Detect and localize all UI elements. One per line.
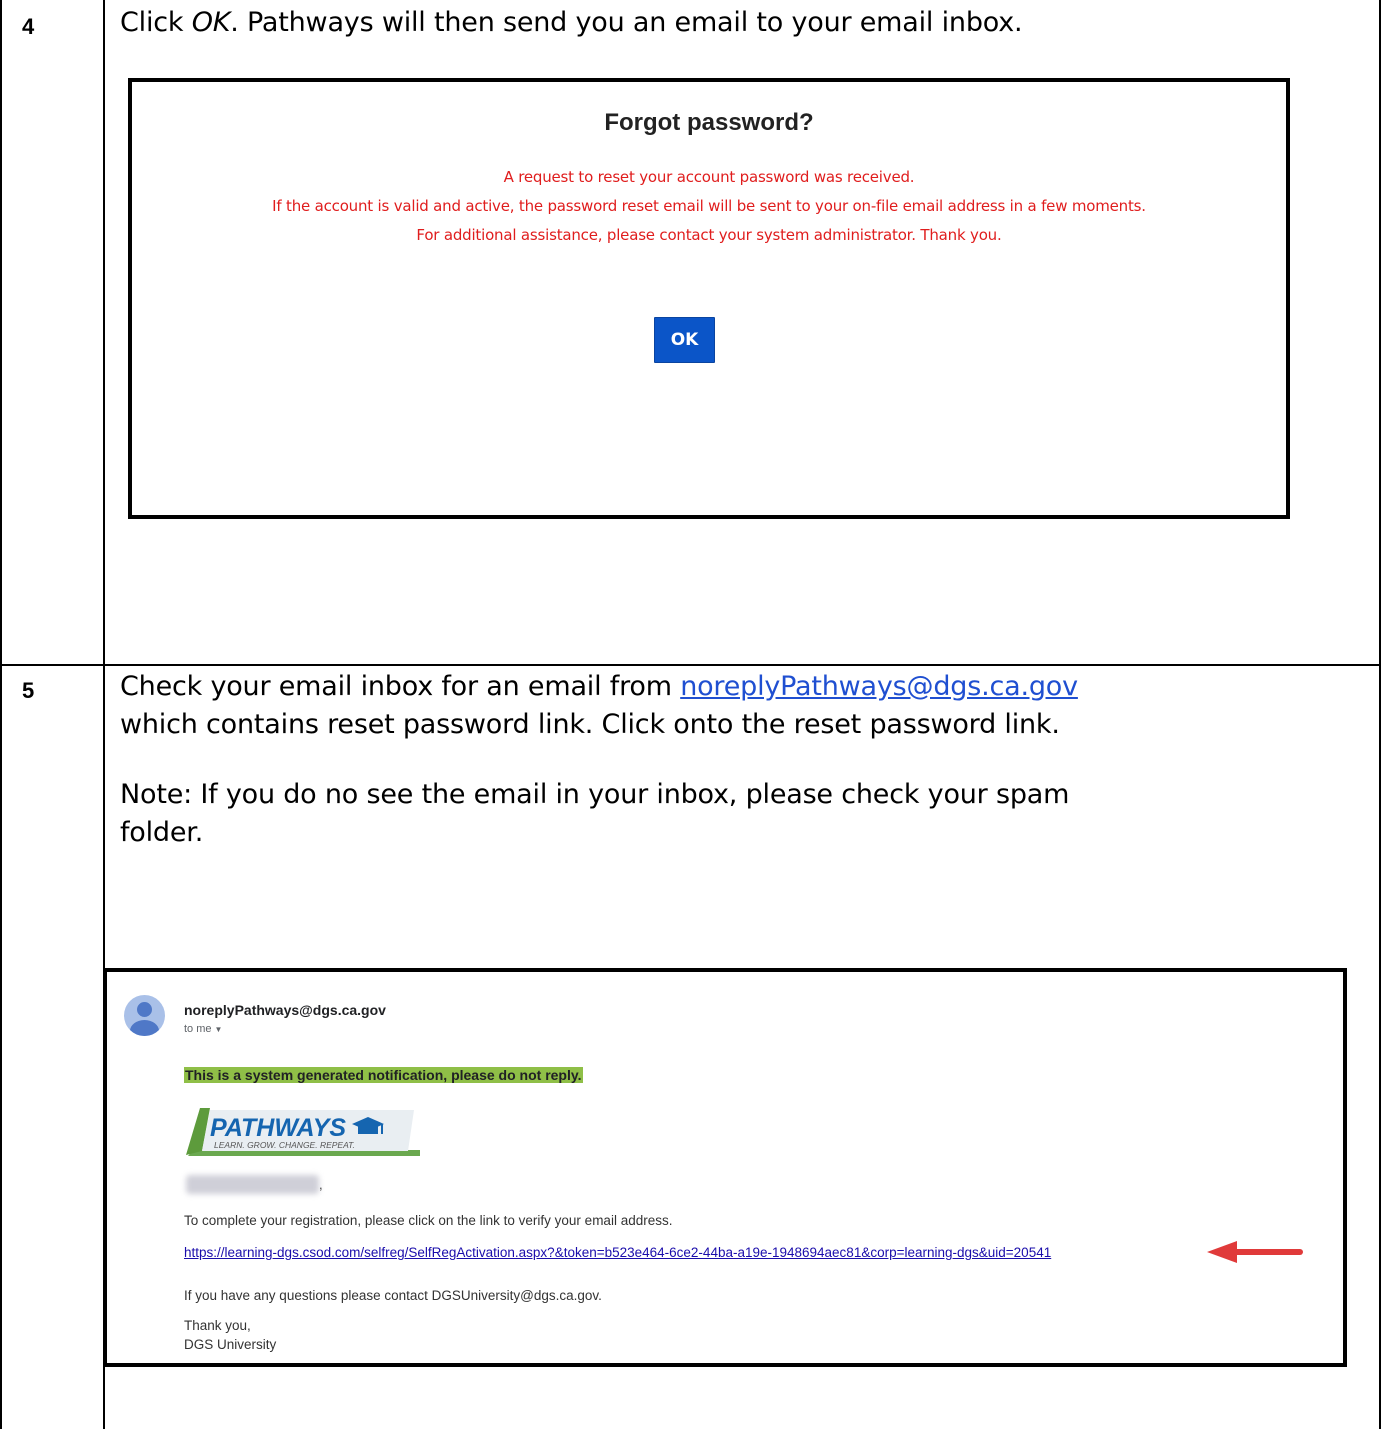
logo-tagline: LEARN. GROW. CHANGE. REPEAT. xyxy=(214,1140,355,1150)
avatar xyxy=(124,995,165,1036)
dialog-title: Forgot password? xyxy=(604,109,814,136)
recipient-dropdown[interactable]: to me ▼ xyxy=(184,1023,222,1035)
redacted-recipient-name xyxy=(186,1175,319,1194)
dialog-message-line-1: A request to reset your account password… xyxy=(503,168,915,186)
signature-line: DGS University xyxy=(184,1337,277,1352)
email-screenshot: noreplyPathways@dgs.ca.gov to me ▼ This i… xyxy=(103,968,1347,1367)
avatar-head-shape xyxy=(137,1002,152,1017)
step4-instruction-suffix: . Pathways will then send you an email t… xyxy=(230,7,1023,38)
pathways-logo: PATHWAYS LEARN. GROW. CHANGE. REPEAT. xyxy=(186,1108,420,1156)
ok-button[interactable]: OK xyxy=(654,317,715,363)
step5-instruction-line-1: Check your email inbox for an email from… xyxy=(120,667,1078,706)
dialog-message-line-3: For additional assistance, please contac… xyxy=(416,226,1002,244)
forgot-password-dialog: Forgot password? A request to reset your… xyxy=(128,78,1290,519)
arrow-shaft xyxy=(1233,1249,1303,1255)
sender-address: noreplyPathways@dgs.ca.gov xyxy=(184,1002,386,1018)
step5-note-line-2: folder. xyxy=(120,817,204,848)
recipient-label: to me xyxy=(184,1023,212,1035)
step4-instruction-ok: OK xyxy=(191,7,231,38)
step-number-4: 4 xyxy=(22,14,35,39)
red-arrow-icon xyxy=(1207,1241,1303,1263)
avatar-body-shape xyxy=(130,1020,159,1036)
step-number-5: 5 xyxy=(22,678,35,703)
table-border-right xyxy=(1379,0,1381,1429)
chevron-down-icon: ▼ xyxy=(214,1025,223,1034)
logo-title: PATHWAYS xyxy=(210,1114,346,1142)
row-divider xyxy=(0,664,1381,666)
thanks-line: Thank you, xyxy=(184,1318,251,1333)
greeting-comma: , xyxy=(319,1177,323,1192)
verification-link[interactable]: https://learning-dgs.csod.com/selfreg/Se… xyxy=(184,1245,1051,1260)
step5-line1-prefix: Check your email inbox for an email from xyxy=(120,671,681,702)
arrow-head xyxy=(1207,1241,1237,1263)
step4-instruction: Click OK. Pathways will then send you an… xyxy=(120,3,1023,42)
step5-note-line-1: Note: If you do no see the email in your… xyxy=(120,779,1070,810)
system-notice: This is a system generated notification,… xyxy=(184,1067,583,1083)
step4-instruction-prefix: Click xyxy=(120,7,192,38)
table-border-left xyxy=(0,0,2,1429)
verification-link-line: https://learning-dgs.csod.com/selfreg/Se… xyxy=(184,1245,1051,1260)
step5-instruction-line-2: which contains reset password link. Clic… xyxy=(120,709,1060,740)
dialog-message-line-2: If the account is valid and active, the … xyxy=(272,197,1146,215)
questions-line: If you have any questions please contact… xyxy=(184,1288,602,1303)
noreply-email-link[interactable]: noreplyPathways@dgs.ca.gov xyxy=(680,671,1078,702)
email-body-line: To complete your registration, please cl… xyxy=(184,1213,673,1228)
